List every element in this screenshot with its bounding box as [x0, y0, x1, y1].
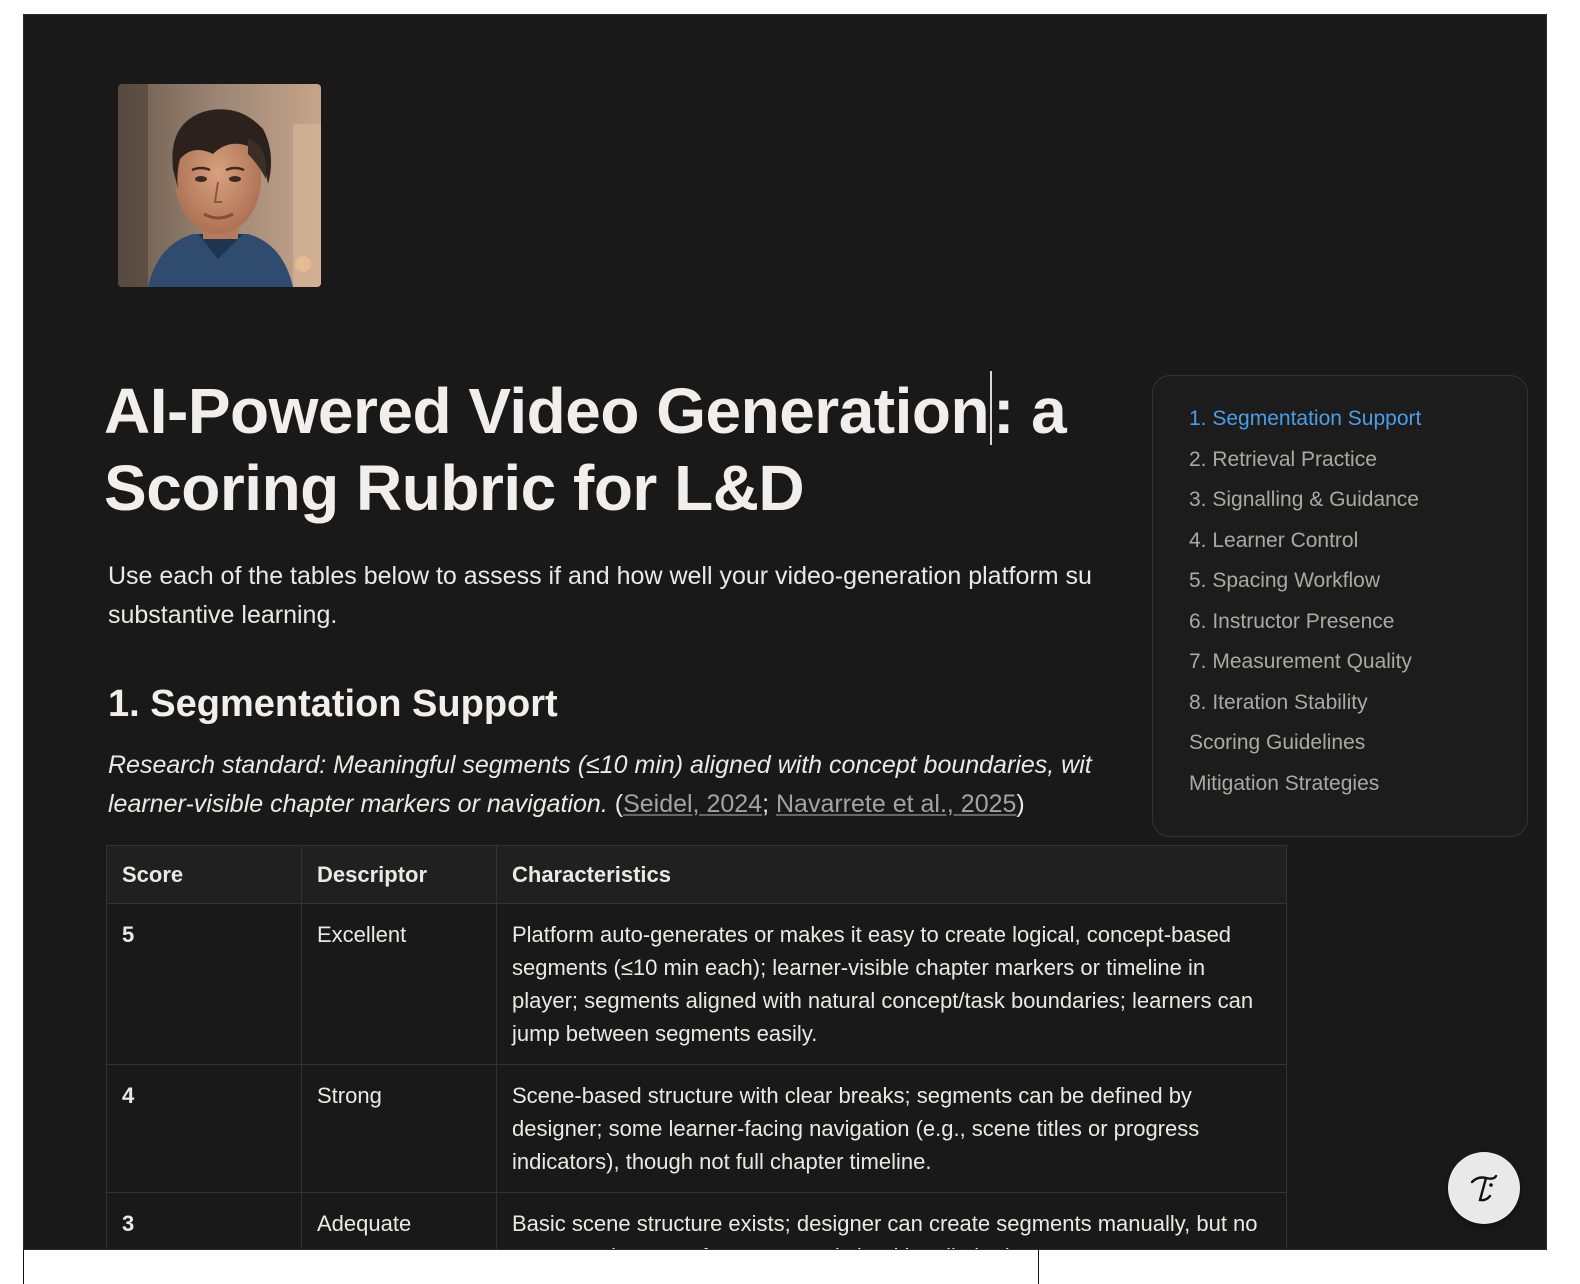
page-window: AI-Powered Video Generation: a Scoring R…	[23, 14, 1547, 1250]
toc-item-scoring-guidelines[interactable]: Scoring Guidelines	[1189, 730, 1527, 771]
bottom-frame	[23, 1250, 1547, 1284]
intro-line-1: Use each of the tables below to assess i…	[108, 562, 1092, 590]
table-row: 3 Adequate Basic scene structure exists;…	[106, 1192, 1287, 1249]
descriptor-cell[interactable]: Excellent	[301, 903, 497, 1065]
characteristics-cell[interactable]: Platform auto-generates or makes it easy…	[496, 903, 1287, 1065]
toc-item-signalling-guidance[interactable]: 3. Signalling & Guidance	[1189, 487, 1527, 528]
research-standard-line-1: Research standard: Meaningful segments (…	[108, 751, 1092, 779]
toc-item-iteration-stability[interactable]: 8. Iteration Stability	[1189, 690, 1527, 731]
intro-paragraph[interactable]: Use each of the tables below to assess i…	[108, 557, 1168, 635]
column-header-score[interactable]: Score	[106, 845, 302, 904]
intro-line-2: substantive learning.	[108, 601, 338, 629]
toc-item-learner-control[interactable]: 4. Learner Control	[1189, 528, 1527, 569]
help-button[interactable]	[1448, 1152, 1520, 1224]
column-header-descriptor[interactable]: Descriptor	[301, 845, 497, 904]
citation-link-navarrete[interactable]: Navarrete et al., 2025	[776, 790, 1016, 818]
score-cell[interactable]: 4	[106, 1064, 302, 1193]
score-cell[interactable]: 3	[106, 1192, 302, 1249]
toc-item-mitigation-strategies[interactable]: Mitigation Strategies	[1189, 771, 1527, 812]
column-header-characteristics[interactable]: Characteristics	[496, 845, 1287, 904]
help-icon	[1470, 1174, 1498, 1202]
toc-item-retrieval-practice[interactable]: 2. Retrieval Practice	[1189, 447, 1527, 488]
research-standard[interactable]: Research standard: Meaningful segments (…	[108, 746, 1158, 824]
citation-link-seidel[interactable]: Seidel, 2024	[623, 790, 762, 818]
citation-close: )	[1016, 790, 1025, 818]
table-of-contents: 1. Segmentation Support 2. Retrieval Pra…	[1152, 375, 1528, 837]
toc-item-spacing-workflow[interactable]: 5. Spacing Workflow	[1189, 568, 1527, 609]
citation-open: (	[607, 790, 624, 818]
descriptor-cell[interactable]: Strong	[301, 1064, 497, 1193]
bottom-divider	[1038, 1250, 1039, 1284]
table-row: 4 Strong Scene-based structure with clea…	[106, 1064, 1287, 1193]
section-heading-segmentation[interactable]: 1. Segmentation Support	[108, 683, 558, 726]
research-standard-line-2: learner-visible chapter markers or navig…	[108, 790, 608, 818]
citation-separator: ;	[762, 790, 776, 818]
page-cover-avatar[interactable]	[118, 84, 321, 287]
toc-item-segmentation-support[interactable]: 1. Segmentation Support	[1189, 406, 1527, 447]
score-cell[interactable]: 5	[106, 903, 302, 1065]
characteristics-cell[interactable]: Basic scene structure exists; designer c…	[496, 1192, 1287, 1249]
segmentation-rubric-table: Score Descriptor Characteristics 5 Excel…	[106, 845, 1287, 1249]
text-caret	[990, 371, 993, 445]
page-title[interactable]: AI-Powered Video Generation: a Scoring R…	[104, 371, 1104, 527]
toc-item-instructor-presence[interactable]: 6. Instructor Presence	[1189, 609, 1527, 650]
table-row: 5 Excellent Platform auto-generates or m…	[106, 903, 1287, 1065]
characteristics-cell[interactable]: Scene-based structure with clear breaks;…	[496, 1064, 1287, 1193]
descriptor-cell[interactable]: Adequate	[301, 1192, 497, 1249]
toc-item-measurement-quality[interactable]: 7. Measurement Quality	[1189, 649, 1527, 690]
page-title-part1: AI-Powered Video Generation	[104, 375, 990, 447]
table-header-row: Score Descriptor Characteristics	[106, 845, 1287, 904]
